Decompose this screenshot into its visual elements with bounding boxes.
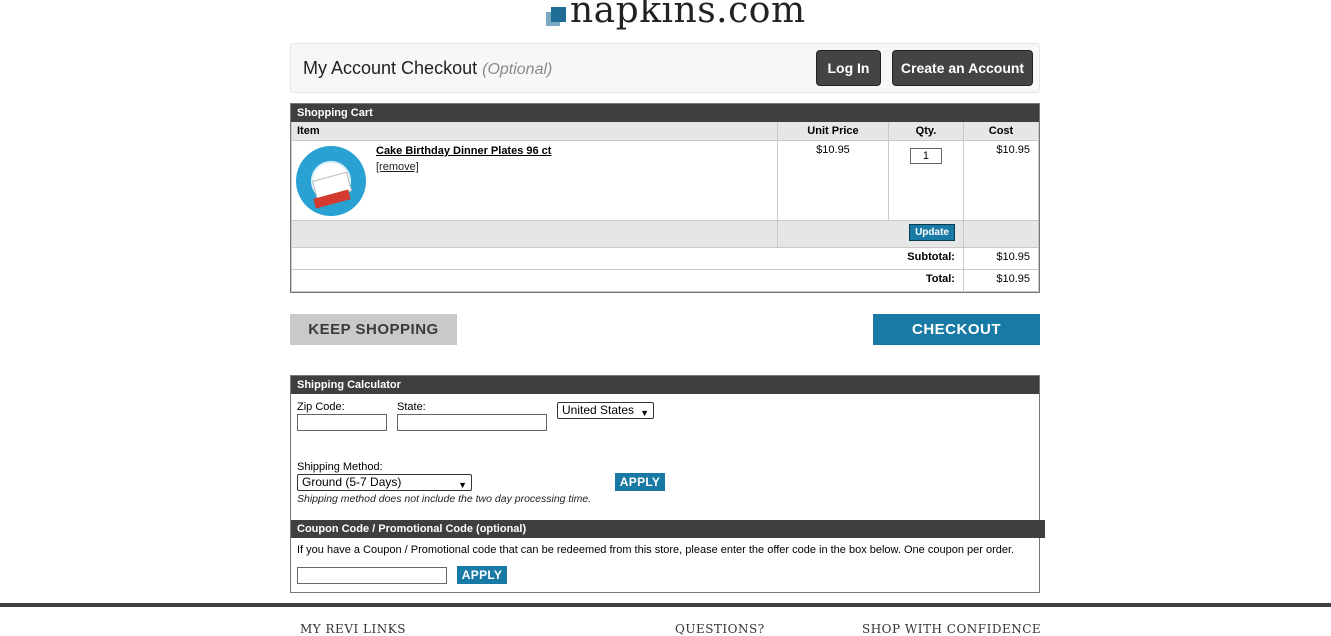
col-header-cost: Cost — [962, 122, 1040, 141]
shipping-note: Shipping method does not include the two… — [297, 493, 592, 505]
cost-cell: $10.95 — [962, 140, 1040, 221]
country-value: United States — [562, 403, 635, 417]
shipping-apply-button[interactable]: APPLY — [615, 473, 665, 491]
table-row: Cake Birthday Dinner Plates 96 ct [remov… — [291, 140, 1040, 221]
account-title-text: My Account Checkout — [303, 58, 478, 78]
shipping-method-value: Ground (5-7 Days) — [302, 475, 402, 489]
shipping-method-label: Shipping Method: — [297, 461, 383, 473]
checkout-button[interactable]: CHECKOUT — [873, 314, 1040, 345]
site-logo[interactable]: napkins.com — [546, 0, 806, 32]
account-checkout-bar: My Account Checkout (Optional) Log In Cr… — [290, 43, 1040, 93]
total-value: $10.95 — [962, 269, 1040, 292]
country-select[interactable]: United States ▼ — [557, 402, 654, 419]
total-row: Total: $10.95 — [291, 269, 1040, 292]
keep-shopping-button[interactable]: KEEP SHOPPING — [290, 314, 457, 345]
zip-code-input[interactable] — [297, 414, 387, 431]
update-button[interactable]: Update — [909, 224, 955, 241]
shipping-calculator: Shipping Calculator Zip Code: State: Uni… — [290, 375, 1045, 593]
product-name-link[interactable]: Cake Birthday Dinner Plates 96 ct — [376, 145, 551, 157]
subtotal-label: Subtotal: — [291, 247, 964, 270]
create-account-button[interactable]: Create an Account — [892, 50, 1033, 86]
qty-cell — [887, 140, 964, 221]
subtotal-row: Subtotal: $10.95 — [291, 247, 1040, 270]
footer-heading-links: MY REVI LINKS — [300, 622, 406, 636]
remove-item-link[interactable]: [remove] — [376, 161, 419, 173]
state-label: State: — [397, 401, 426, 413]
shopping-cart-header: Shopping Cart — [291, 104, 1039, 122]
update-row: Update — [291, 220, 1040, 248]
footer-heading-questions: QUESTIONS? — [675, 622, 765, 636]
unit-price-cell: $10.95 — [777, 140, 889, 221]
footer-heading-confidence: SHOP WITH CONFIDENCE — [862, 622, 1042, 636]
item-cell: Cake Birthday Dinner Plates 96 ct [remov… — [291, 140, 778, 221]
product-image[interactable] — [296, 146, 366, 216]
coupon-code-input[interactable] — [297, 567, 447, 584]
col-header-item: Item — [291, 122, 778, 141]
col-header-unit-price: Unit Price — [777, 122, 889, 141]
total-label: Total: — [291, 269, 964, 292]
napkin-logo-icon — [546, 6, 568, 28]
log-in-button[interactable]: Log In — [816, 50, 881, 86]
coupon-apply-button[interactable]: APPLY — [457, 566, 507, 584]
shipping-calculator-header: Shipping Calculator — [291, 376, 1039, 394]
zip-label: Zip Code: — [297, 401, 345, 413]
col-header-qty: Qty. — [887, 122, 964, 141]
chevron-down-icon: ▼ — [458, 480, 467, 490]
optional-label: (Optional) — [482, 61, 553, 78]
site-name: napkins.com — [570, 0, 806, 31]
subtotal-value: $10.95 — [962, 247, 1040, 270]
cart-table: Item Unit Price Qty. Cost Cake Birthday … — [291, 122, 1040, 292]
account-checkout-title: My Account Checkout (Optional) — [303, 58, 552, 79]
coupon-header: Coupon Code / Promotional Code (optional… — [291, 520, 1045, 538]
quantity-input[interactable] — [909, 148, 942, 164]
shopping-cart: Shopping Cart Item Unit Price Qty. Cost … — [290, 103, 1040, 293]
footer-divider — [0, 603, 1331, 607]
coupon-description: If you have a Coupon / Promotional code … — [297, 544, 1015, 556]
state-input[interactable] — [397, 414, 547, 431]
shipping-method-select[interactable]: Ground (5-7 Days) ▼ — [297, 474, 472, 491]
chevron-down-icon: ▼ — [640, 408, 649, 418]
